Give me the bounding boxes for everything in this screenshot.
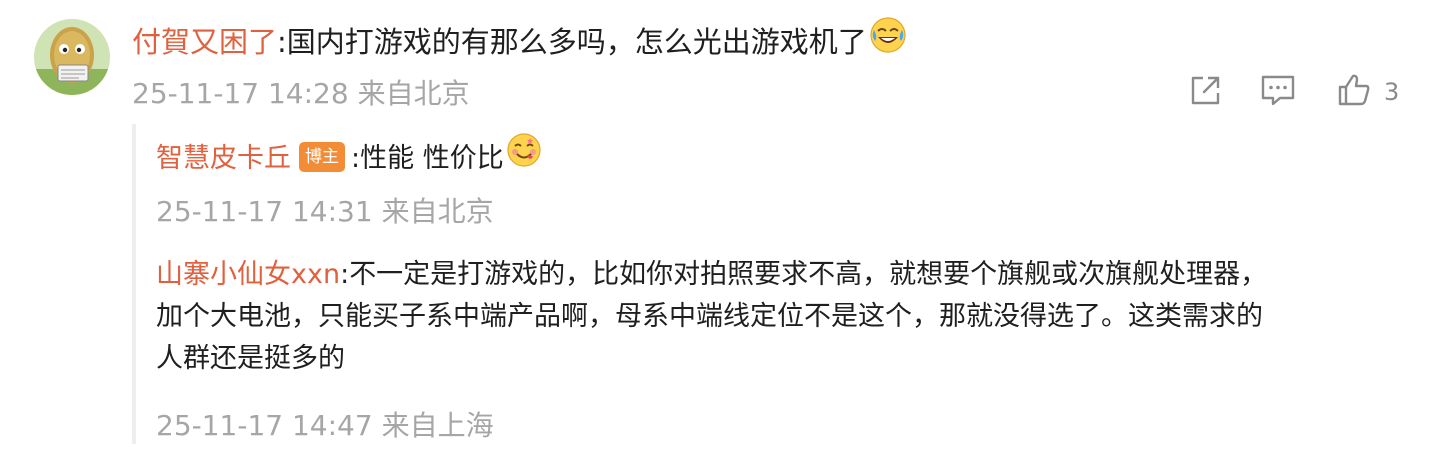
reply-text-line-2: 加个大电池，只能买子系中端产品啊，母系中端线定位不是这个，那就没得选了。这类需求… bbox=[156, 301, 1263, 332]
reply-author[interactable]: 智慧皮卡丘 bbox=[156, 143, 291, 174]
savoring-food-emoji-icon bbox=[506, 132, 542, 181]
share-button[interactable] bbox=[1186, 72, 1226, 112]
reply-item: 智慧皮卡丘 博主:性能 性价比 bbox=[156, 133, 542, 181]
reply-author[interactable]: 山寨小仙女xxn bbox=[156, 259, 340, 290]
share-icon bbox=[1186, 70, 1226, 114]
reply-timestamp: 25-11-17 14:31 bbox=[156, 195, 373, 228]
reply-text-line-1: 山寨小仙女xxn:不一定是打游戏的，比如你对拍照要求不高，就想要个旗舰或次旗舰处… bbox=[156, 254, 1267, 296]
comment-separator: : bbox=[277, 25, 287, 59]
like-count: 3 bbox=[1384, 78, 1400, 106]
reply-timestamp: 25-11-17 14:47 bbox=[156, 409, 373, 442]
comment-item: 付賀又困了:国内打游戏的有那么多吗，怎么光出游戏机了 25-11-17 14:2… bbox=[0, 0, 1440, 470]
like-button[interactable]: 3 bbox=[1334, 72, 1399, 112]
reply-text: 性能 性价比 bbox=[360, 143, 504, 174]
comment-meta: 25-11-17 14:28 来自北京 bbox=[132, 76, 470, 112]
reply-text-line-3: 人群还是挺多的 bbox=[156, 343, 345, 374]
comment-author[interactable]: 付賀又困了 bbox=[132, 25, 277, 59]
reply-thread: 智慧皮卡丘 博主:性能 性价比 25-11-17 14:31 来自北京 山寨小仙女… bbox=[132, 124, 1426, 444]
reply-location: 来自上海 bbox=[381, 409, 494, 442]
comment-icon bbox=[1258, 70, 1298, 114]
reply-meta: 25-11-17 14:47 来自上海 bbox=[156, 408, 494, 444]
comment-text: 国内打游戏的有那么多吗，怎么光出游戏机了 bbox=[286, 25, 867, 59]
reply-separator: : bbox=[351, 143, 361, 174]
reply-item: 山寨小仙女xxn:不一定是打游戏的，比如你对拍照要求不高，就想要个旗舰或次旗舰处… bbox=[156, 254, 1267, 380]
author-badge: 博主 bbox=[299, 141, 345, 172]
thumbs-up-icon bbox=[1334, 70, 1374, 114]
reply-separator: : bbox=[340, 259, 350, 290]
comment-location: 来自北京 bbox=[357, 77, 470, 110]
comment-timestamp: 25-11-17 14:28 bbox=[132, 77, 349, 110]
avatar[interactable] bbox=[34, 19, 110, 95]
crying-laughing-emoji-icon bbox=[869, 16, 907, 66]
reply-button[interactable] bbox=[1258, 72, 1298, 112]
comment-text-line: 付賀又困了:国内打游戏的有那么多吗，怎么光出游戏机了 bbox=[132, 17, 907, 64]
reply-location: 来自北京 bbox=[381, 195, 494, 228]
reply-meta: 25-11-17 14:31 来自北京 bbox=[156, 194, 494, 230]
reply-text: 不一定是打游戏的，比如你对拍照要求不高，就想要个旗舰或次旗舰处理器， bbox=[349, 259, 1268, 290]
